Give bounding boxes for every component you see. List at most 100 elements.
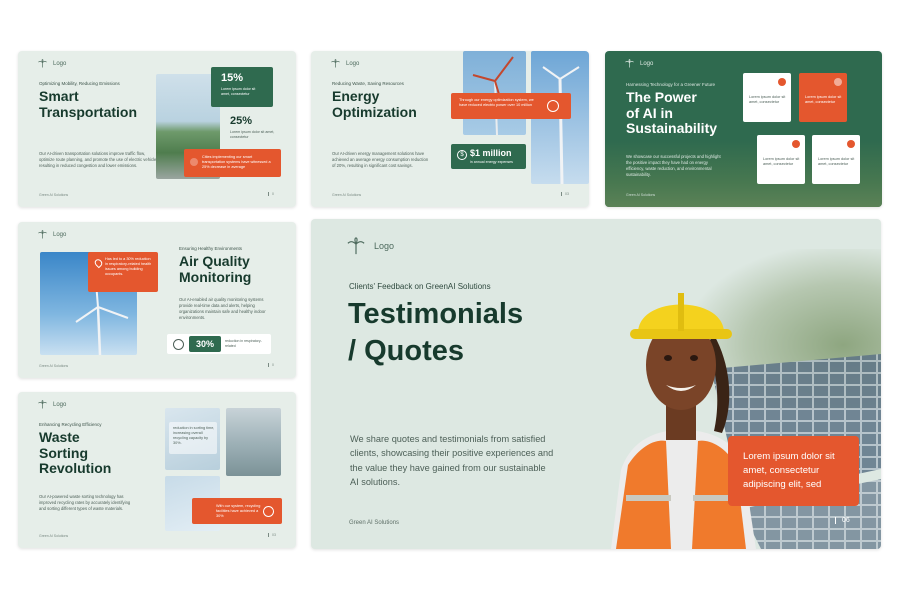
card-text: Lorem ipsum dolor sit amet, consectetur — [763, 157, 800, 167]
page-number: 0 — [268, 363, 274, 367]
title-line: Transportation — [39, 103, 138, 120]
slide-kicker: Clients' Feedback on GreenAI Solutions — [349, 282, 491, 291]
stat-value: $1 million — [470, 148, 512, 158]
card-text: Lorem ipsum dolor sit amet, consectetur — [818, 157, 855, 167]
stat-text: Lorem ipsum dolor sit amet, consectetur — [230, 130, 275, 140]
highlight-card: Has led to a 30% reduction in respirator… — [88, 252, 158, 292]
page-number: 06 — [835, 517, 850, 524]
stat-value: 25% — [230, 115, 253, 127]
info-card: Lorem ipsum dolor sit amet, consectetur — [812, 135, 860, 184]
title-line: Sustainability — [626, 120, 718, 137]
footer-brand: Green AI Solutions — [626, 193, 656, 197]
highlight-card: With our system, recycling facilities ha… — [192, 498, 282, 524]
hand-leaf-icon — [547, 100, 559, 112]
title-line: Waste — [39, 429, 80, 445]
highlight-text: Cities implementing our smart transporta… — [202, 155, 271, 170]
palm-tree-icon — [347, 237, 365, 255]
slide-title: Waste Sorting Revolution — [39, 429, 112, 477]
leaf-icon — [263, 506, 274, 517]
logo: Logo — [625, 59, 653, 68]
stat-card: 30% reduction in respiratory-related — [167, 334, 271, 354]
info-card: Lorem ipsum dolor sit amet, consectetur — [757, 135, 805, 184]
footer-brand: Green AI Solutions — [349, 520, 400, 526]
title-line: Smart — [39, 88, 79, 104]
logo-label: Logo — [53, 60, 67, 67]
dollar-icon: $ — [457, 150, 467, 160]
leaf-icon — [792, 140, 800, 148]
palm-tree-icon — [38, 400, 47, 409]
slide-title: Air Quality Monitoring — [179, 253, 252, 285]
title-line: The Power — [626, 89, 697, 105]
stat-card: 15% Lorem ipsum dolor sit amet, consecte… — [211, 67, 273, 107]
highlight-card: Through our energy optimization system, … — [451, 93, 571, 119]
logo: Logo — [347, 237, 394, 255]
leaf-icon — [834, 78, 842, 86]
page-number: 03 — [561, 192, 569, 196]
logo-label: Logo — [640, 60, 654, 67]
footer-brand: Green AI Solutions — [39, 534, 69, 538]
slide-ai-sustainability[interactable]: Logo Harnessing Technology for a Greener… — [605, 51, 882, 207]
quote-text: Lorem ipsum dolor sit amet, consectetur … — [743, 451, 835, 490]
highlight-card: Cities implementing our smart transporta… — [184, 149, 281, 177]
logo-label: Logo — [374, 241, 395, 251]
slide-testimonials[interactable]: Logo Clients' Feedback on GreenAI Soluti… — [311, 219, 881, 549]
quote-card: Lorem ipsum dolor sit amet, consectetur … — [728, 436, 859, 506]
slide-subtitle: Optimizing Mobility, Reducing Emissions — [39, 81, 120, 86]
slide-air-quality[interactable]: Logo Has led to a 30% reduction in respi… — [18, 222, 296, 378]
air-icon — [173, 339, 184, 350]
slide-body: Our AI-driven transportation solutions i… — [39, 151, 160, 169]
recycling-bins-photo — [226, 408, 281, 476]
info-card: reduction in sorting time, increasing ov… — [169, 422, 217, 454]
slide-title: Testimonials / Quotes — [348, 296, 523, 370]
slide-title: Energy Optimization — [332, 88, 417, 120]
slide-body: Our AI-enabled air quality monitoring sy… — [179, 297, 266, 321]
card-text: reduction in sorting time, increasing ov… — [173, 426, 215, 446]
slide-subtitle: Enhancing Recycling Efficiency — [39, 422, 102, 427]
slide-title: Smart Transportation — [39, 88, 138, 120]
logo: Logo — [38, 230, 66, 239]
title-line: Revolution — [39, 460, 112, 477]
stat-text: reduction in respiratory-related — [225, 339, 262, 348]
footer-brand: Green AI Solutions — [39, 364, 69, 368]
slide-waste-sorting[interactable]: Logo Enhancing Recycling Efficiency Wast… — [18, 392, 296, 548]
palm-tree-icon — [38, 59, 47, 68]
logo-label: Logo — [346, 60, 360, 67]
slide-body: Our AI-powered waste sorting technology … — [39, 494, 131, 512]
slide-body: We showcase our successful projects and … — [626, 154, 721, 178]
card-text: Lorem ipsum dolor sit amet, consectetur — [805, 95, 842, 105]
title-line: of AI in — [626, 104, 673, 121]
page-number: 0 — [268, 192, 274, 196]
slide-subtitle: Reducing Waste, Saving Resources — [332, 81, 404, 86]
slide-subtitle: Ensuring Healthy Environments — [179, 246, 243, 251]
highlight-text: Through our energy optimization system, … — [459, 98, 534, 108]
location-icon — [93, 257, 104, 269]
info-card: Lorem ipsum dolor sit amet, consectetur — [799, 73, 847, 122]
title-line: Energy — [332, 88, 380, 104]
title-line: Air Quality — [179, 253, 250, 269]
page-number: 03 — [268, 533, 276, 537]
stat-value: 30% — [195, 339, 214, 349]
slide-body: We share quotes and testimonials from sa… — [350, 434, 554, 487]
logo-label: Logo — [53, 401, 67, 408]
footer-brand: Green AI Solutions — [39, 193, 69, 197]
stat-text: in annual energy expenses — [470, 160, 513, 164]
card-text: Lorem ipsum dolor sit amet, consectetur — [749, 95, 786, 105]
leaf-icon — [778, 78, 786, 86]
title-line: Optimization — [332, 103, 417, 120]
slide-energy-optimization[interactable]: Logo Reducing Waste, Saving Resources En… — [311, 51, 589, 207]
logo-label: Logo — [53, 231, 67, 238]
highlight-text: With our system, recycling facilities ha… — [216, 504, 261, 519]
slide-subtitle: Harnessing Technology for a Greener Futu… — [626, 82, 715, 87]
logo: Logo — [38, 59, 66, 68]
stat-value-box: 30% — [189, 336, 221, 352]
footer-brand: Green AI Solutions — [332, 193, 362, 197]
title-line: Monitoring — [179, 268, 252, 285]
palm-tree-icon — [625, 59, 634, 68]
title-line: Sorting — [39, 444, 88, 461]
slide-title: The Power of AI in Sustainability — [626, 89, 718, 137]
stat-card: $ $1 million in annual energy expenses — [451, 144, 526, 169]
slide-smart-transportation[interactable]: Logo Optimizing Mobility, Reducing Emiss… — [18, 51, 296, 207]
title-line: / Quotes — [348, 335, 465, 368]
info-card: Lorem ipsum dolor sit amet, consectetur — [743, 73, 791, 122]
stat-value: 15% — [221, 72, 244, 84]
